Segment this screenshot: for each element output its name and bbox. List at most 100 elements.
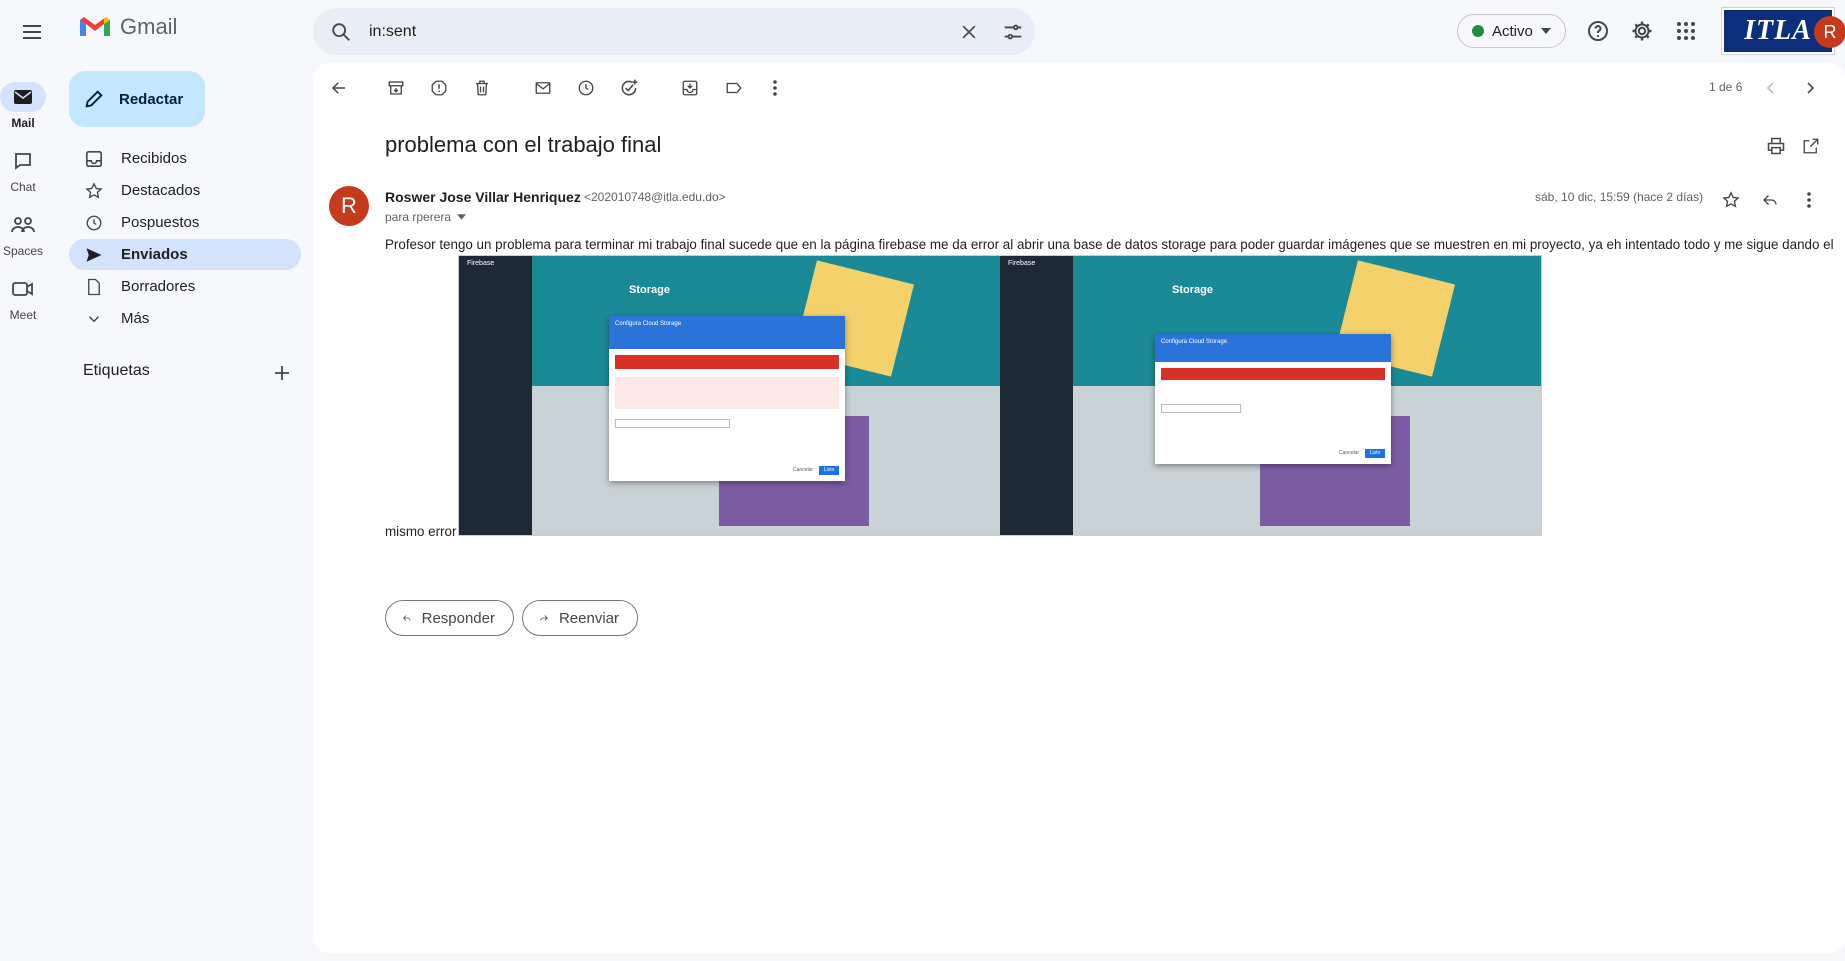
apps-grid-icon (1677, 22, 1695, 40)
nav-label: Más (121, 310, 150, 327)
message-body-line-2: mismo error (385, 524, 457, 539)
dialog-cancel: Cancelar (792, 467, 813, 473)
settings-button[interactable] (1618, 11, 1666, 51)
message-more-button[interactable] (1793, 184, 1825, 216)
sender-name[interactable]: Roswer Jose Villar Henriquez (385, 189, 581, 205)
gmail-logo[interactable]: Gmail (78, 14, 177, 40)
message-date: sáb, 10 dic, 15:59 (hace 2 días) (1535, 190, 1704, 204)
envelope-icon (535, 82, 551, 94)
more-vert-icon (1807, 192, 1811, 208)
main-menu-button[interactable] (8, 8, 56, 56)
reply-button[interactable]: Responder (385, 600, 514, 636)
nav-label: Destacados (121, 182, 201, 199)
nav-item-inbox[interactable]: Recibidos (69, 143, 301, 174)
inline-image-pair[interactable]: Firebase Storage Configura Cloud Storage… (458, 255, 1542, 536)
nav-item-drafts[interactable]: Borradores (69, 271, 301, 302)
compose-button[interactable]: Redactar (69, 71, 205, 127)
sender-avatar[interactable]: R (329, 186, 369, 226)
recipient-details[interactable]: para rperera (385, 210, 467, 224)
report-icon (431, 80, 447, 96)
more-vert-icon (773, 80, 777, 96)
dialog-title: Configura Cloud Storage (1155, 334, 1391, 362)
nav-item-sent[interactable]: Enviados (69, 239, 301, 270)
arrow-back-icon (331, 82, 345, 94)
pencil-icon (85, 90, 103, 108)
print-all-button[interactable] (1758, 128, 1794, 164)
star-icon (1722, 191, 1740, 208)
chat-icon (15, 153, 31, 170)
back-button[interactable] (321, 72, 357, 104)
draft-file-icon (88, 278, 100, 295)
search-icon[interactable] (313, 8, 369, 55)
add-label-button[interactable] (268, 359, 296, 387)
trash-icon (476, 80, 488, 96)
inline-screenshot-2[interactable]: Firebase Storage Configura Cloud Storage… (1000, 256, 1541, 535)
mail-icon (14, 90, 32, 104)
nav-item-more[interactable]: Más (69, 303, 301, 334)
caret-down-icon (457, 214, 467, 220)
spaces-icon (11, 217, 35, 233)
report-spam-button[interactable] (421, 72, 457, 104)
add-to-tasks-button[interactable] (611, 72, 647, 104)
tune-icon (1004, 24, 1022, 39)
recipient-text: para rperera (385, 210, 452, 224)
older-button[interactable] (1792, 72, 1828, 104)
rail-item-spaces[interactable]: Spaces (0, 210, 46, 258)
status-dropdown[interactable]: Activo (1457, 14, 1566, 48)
help-button[interactable] (1574, 11, 1622, 51)
rail-item-chat[interactable]: Chat (0, 146, 46, 194)
move-to-button[interactable] (672, 72, 708, 104)
firebase-label: Firebase (1008, 260, 1036, 267)
clock-icon (86, 215, 102, 230)
send-icon (86, 247, 102, 262)
snooze-button[interactable] (568, 72, 604, 104)
reply-icon-button[interactable] (1754, 184, 1786, 216)
forward-label: Reenviar (558, 609, 619, 627)
inline-screenshot-1[interactable]: Firebase Storage Configura Cloud Storage… (459, 256, 1000, 535)
chevron-right-icon (1807, 82, 1815, 94)
reply-icon (1763, 195, 1777, 205)
star-button[interactable] (1715, 184, 1747, 216)
rail-item-mail[interactable]: Mail (0, 82, 46, 130)
caret-down-icon (1540, 28, 1551, 34)
chevron-down-icon (89, 315, 99, 322)
gear-icon (1632, 21, 1652, 41)
dialog-done: Listo (1365, 449, 1385, 458)
search-options-button[interactable] (991, 10, 1035, 54)
organization-logo-text: ITLA (1744, 15, 1812, 46)
sender-email: <202010748@itla.edu.do> (584, 190, 726, 204)
message-body-line-1: Profesor tengo un problema para terminar… (385, 237, 1834, 252)
account-avatar[interactable]: R (1814, 16, 1845, 48)
open-new-window-button[interactable] (1793, 128, 1829, 164)
newer-button[interactable] (1753, 72, 1789, 104)
nav-label: Recibidos (121, 150, 187, 167)
dialog-done: Listo (819, 466, 839, 475)
message-subject: problema con el trabajo final (385, 132, 662, 157)
star-icon (85, 181, 103, 199)
app-name: Gmail (120, 14, 178, 39)
move-to-inbox-icon (682, 80, 698, 96)
help-icon (1588, 21, 1608, 41)
rail-label-chat: Chat (10, 180, 36, 194)
gmail-m-icon (80, 17, 110, 36)
clear-search-button[interactable] (947, 10, 991, 54)
label-icon (726, 82, 742, 94)
close-icon (962, 25, 976, 38)
dialog-cancel: Cancelar (1338, 450, 1359, 456)
nav-item-starred[interactable]: Destacados (69, 175, 301, 206)
nav-item-snoozed[interactable]: Pospuestos (69, 207, 301, 238)
plus-icon (275, 366, 289, 380)
nav-label: Borradores (121, 278, 196, 295)
search-input[interactable] (369, 22, 947, 41)
forward-button[interactable]: Reenviar (522, 600, 638, 636)
firebase-label: Firebase (467, 260, 495, 267)
mark-unread-button[interactable] (525, 72, 561, 104)
rail-item-meet[interactable]: Meet (0, 274, 46, 322)
apps-button[interactable] (1662, 11, 1710, 51)
delete-button[interactable] (464, 72, 500, 104)
archive-button[interactable] (378, 72, 414, 104)
more-options-button[interactable] (757, 72, 793, 104)
rail-label-spaces: Spaces (2, 244, 44, 258)
labels-button[interactable] (716, 72, 752, 104)
compose-label: Redactar (119, 90, 184, 108)
